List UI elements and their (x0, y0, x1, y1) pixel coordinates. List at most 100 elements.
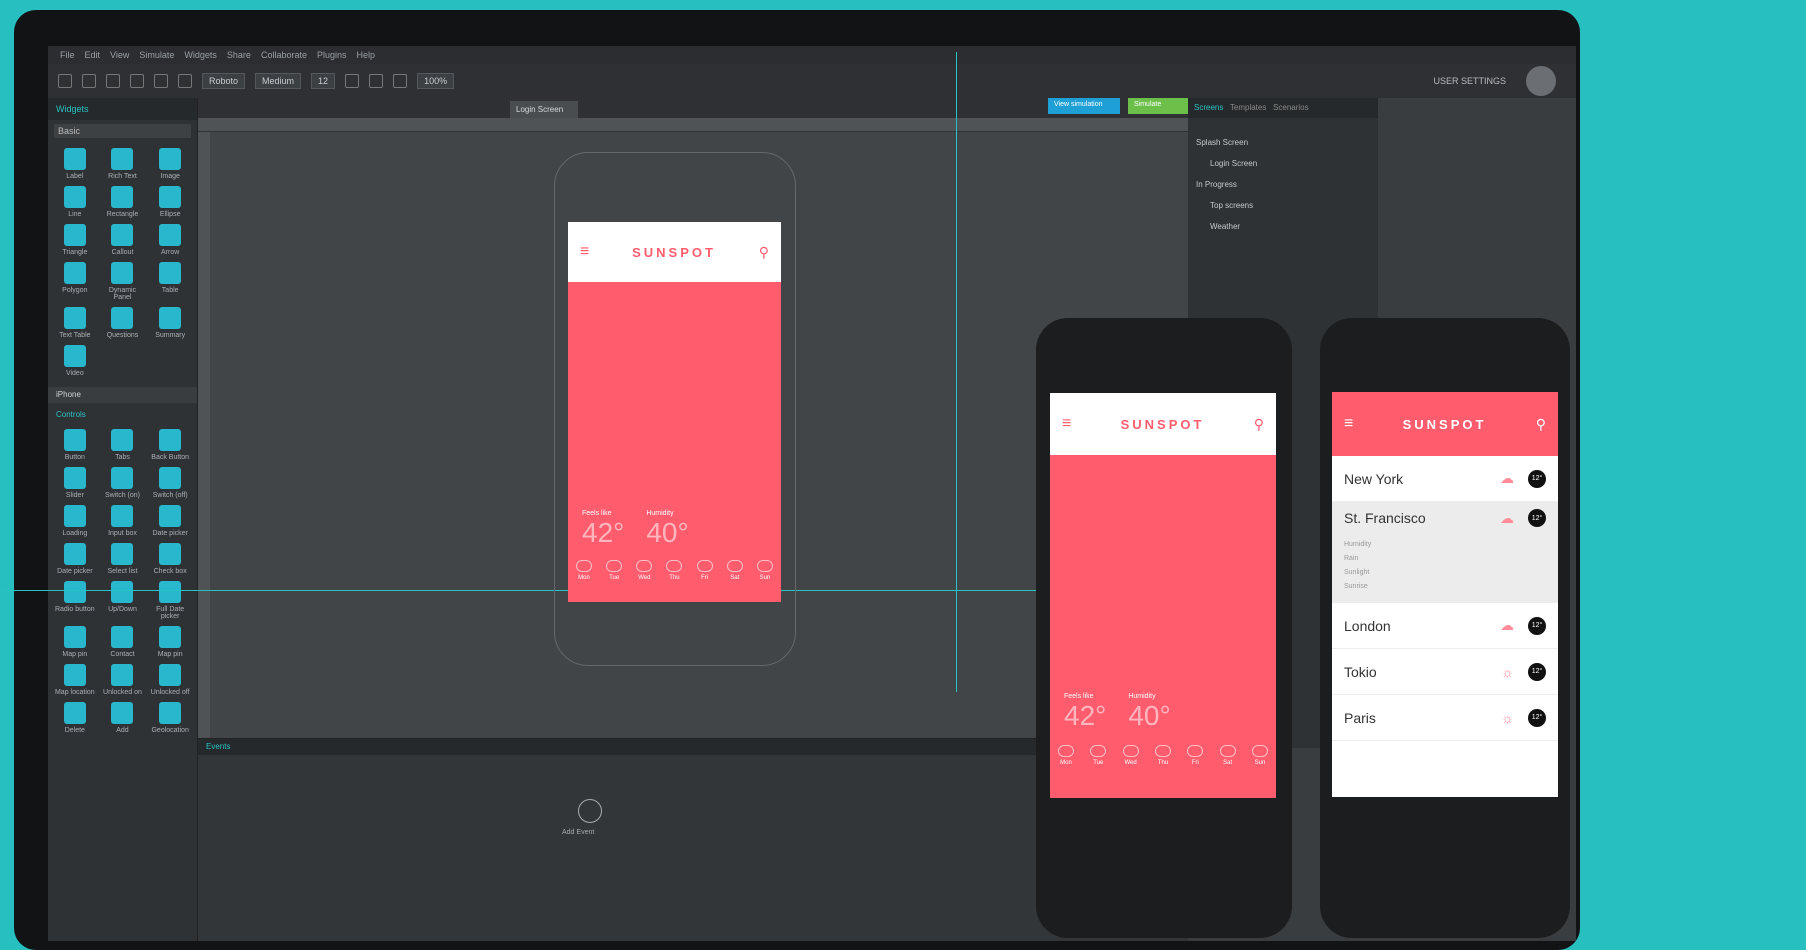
underline-icon[interactable] (393, 74, 408, 88)
widget-back-button[interactable]: Back Button (147, 429, 193, 461)
copy-icon[interactable] (178, 74, 192, 88)
widget-summary[interactable]: Summary (147, 307, 193, 339)
city-row-expanded[interactable]: St. Francisco ☁ 12° Humidity Rain Sunlight… (1332, 502, 1558, 603)
widget-geolocation[interactable]: Geolocation (147, 702, 193, 734)
search-icon[interactable]: ⚲ (759, 244, 769, 261)
city-row[interactable]: New York ☁ 12° (1332, 456, 1558, 502)
widget-polygon[interactable]: Polygon (52, 262, 98, 301)
widget-triangle[interactable]: Triangle (52, 224, 98, 256)
widget-add[interactable]: Add (100, 702, 146, 734)
size-select[interactable]: 12 (311, 73, 336, 89)
new-icon[interactable] (58, 74, 72, 88)
widget-switch-off-[interactable]: Switch (off) (147, 467, 193, 499)
temp-label: Feels like (582, 510, 612, 517)
widget-map-location[interactable]: Map location (52, 664, 98, 696)
bold-icon[interactable] (345, 74, 360, 88)
avatar[interactable] (1526, 66, 1556, 96)
menu-view[interactable]: View (110, 50, 129, 60)
tab-scenarios[interactable]: Scenarios (1273, 103, 1309, 112)
widget-label: Text Table (59, 332, 91, 339)
widget-label[interactable]: Label (52, 148, 98, 180)
menu-share[interactable]: Share (227, 50, 251, 60)
widget-map-pin[interactable]: Map pin (52, 626, 98, 658)
widget-loading[interactable]: Loading (52, 505, 98, 537)
widget-table[interactable]: Table (147, 262, 193, 301)
app-brand: SUNSPOT (1402, 416, 1487, 432)
widget-button[interactable]: Button (52, 429, 98, 461)
tree-item-weather[interactable]: Weather (1196, 222, 1370, 231)
tab-screens[interactable]: Screens (1194, 103, 1223, 112)
widget-check-box[interactable]: Check box (147, 543, 193, 575)
widget-arrow[interactable]: Arrow (147, 224, 193, 256)
menu-file[interactable]: File (60, 50, 75, 60)
canvas-app-screen[interactable]: ≡ SUNSPOT ⚲ Feels like 42° Humidity 40° Mo… (568, 222, 781, 602)
tree-item-login[interactable]: Login Screen (1196, 159, 1370, 168)
widget-unlocked-on[interactable]: Unlocked on (100, 664, 146, 696)
redo-icon[interactable] (130, 74, 144, 88)
save-icon[interactable] (82, 74, 96, 88)
widget-rectangle[interactable]: Rectangle (100, 186, 146, 218)
widget-map-pin[interactable]: Map pin (147, 626, 193, 658)
search-icon[interactable]: ⚲ (1254, 416, 1264, 433)
widget-date-picker[interactable]: Date picker (52, 543, 98, 575)
phone-app-screen[interactable]: ≡ SUNSPOT ⚲ Feels like 42° Humidity 40° Mo… (1050, 393, 1276, 798)
view-simulation-button[interactable]: View simulation (1048, 98, 1120, 114)
font-select[interactable]: Roboto (202, 73, 246, 89)
tab-templates[interactable]: Templates (1230, 103, 1266, 112)
italic-icon[interactable] (369, 74, 384, 88)
city-row[interactable]: Tokio ☼ 12° (1332, 649, 1558, 695)
widget-contact[interactable]: Contact (100, 626, 146, 658)
widget-up-down[interactable]: Up/Down (100, 581, 146, 620)
widget-icon (111, 664, 134, 686)
menu-simulate[interactable]: Simulate (139, 50, 174, 60)
widget-ellipse[interactable]: Ellipse (147, 186, 193, 218)
add-event-icon[interactable] (578, 799, 602, 823)
widget-rich-text[interactable]: Rich Text (100, 148, 146, 180)
widget-full-date-picker[interactable]: Full Date picker (147, 581, 193, 620)
city-row[interactable]: St. Francisco ☁ 12° (1332, 502, 1558, 534)
widget-date-picker[interactable]: Date picker (147, 505, 193, 537)
search-icon[interactable]: ⚲ (1536, 416, 1546, 433)
section-controls[interactable]: Controls (48, 407, 197, 423)
menu-widgets[interactable]: Widgets (184, 50, 217, 60)
cut-icon[interactable] (154, 74, 168, 88)
widget-radio-button[interactable]: Radio button (52, 581, 98, 620)
menu-icon[interactable]: ≡ (1344, 415, 1353, 433)
menu-plugins[interactable]: Plugins (317, 50, 347, 60)
city-row[interactable]: Paris ☼ 12° (1332, 695, 1558, 741)
tree-item-splash[interactable]: Splash Screen (1196, 138, 1370, 147)
tree-item-progress[interactable]: In Progress (1196, 180, 1370, 189)
widget-select-list[interactable]: Select list (100, 543, 146, 575)
tree-item-top[interactable]: Top screens (1196, 201, 1370, 210)
menu-icon[interactable]: ≡ (1062, 415, 1071, 433)
weight-select[interactable]: Medium (255, 73, 302, 89)
widget-unlocked-off[interactable]: Unlocked off (147, 664, 193, 696)
widget-line[interactable]: Line (52, 186, 98, 218)
widget-delete[interactable]: Delete (52, 702, 98, 734)
widget-tabs[interactable]: Tabs (100, 429, 146, 461)
zoom-select[interactable]: 100% (417, 73, 455, 89)
widget-questions[interactable]: Questions (100, 307, 146, 339)
menu-collaborate[interactable]: Collaborate (261, 50, 307, 60)
city-row[interactable]: London ☁ 12° (1332, 603, 1558, 649)
widget-callout[interactable]: Callout (100, 224, 146, 256)
widget-switch-on-[interactable]: Switch (on) (100, 467, 146, 499)
city-list: New York ☁ 12° St. Francisco ☁ 12° Humidity … (1332, 456, 1558, 797)
phone-city-list-screen[interactable]: ≡ SUNSPOT ⚲ New York ☁ 12° St. Francisco ☁ 1… (1332, 392, 1558, 797)
widget-slider[interactable]: Slider (52, 467, 98, 499)
widget-video[interactable]: Video (52, 345, 98, 377)
widget-image[interactable]: Image (147, 148, 193, 180)
tab-bar: Login Screen (198, 98, 1188, 118)
menu-icon[interactable]: ≡ (580, 243, 589, 261)
widget-label: Full Date picker (156, 606, 185, 620)
widget-text-table[interactable]: Text Table (52, 307, 98, 339)
library-select[interactable]: Basic (54, 124, 191, 138)
widget-dynamic-panel[interactable]: Dynamic Panel (100, 262, 146, 301)
widget-input-box[interactable]: Input box (100, 505, 146, 537)
menu-help[interactable]: Help (357, 50, 376, 60)
user-settings-link[interactable]: USER SETTINGS (1433, 76, 1506, 86)
menu-edit[interactable]: Edit (85, 50, 101, 60)
tab-login-screen[interactable]: Login Screen (510, 101, 578, 118)
undo-icon[interactable] (106, 74, 120, 88)
section-mobile[interactable]: iPhone (48, 387, 197, 403)
